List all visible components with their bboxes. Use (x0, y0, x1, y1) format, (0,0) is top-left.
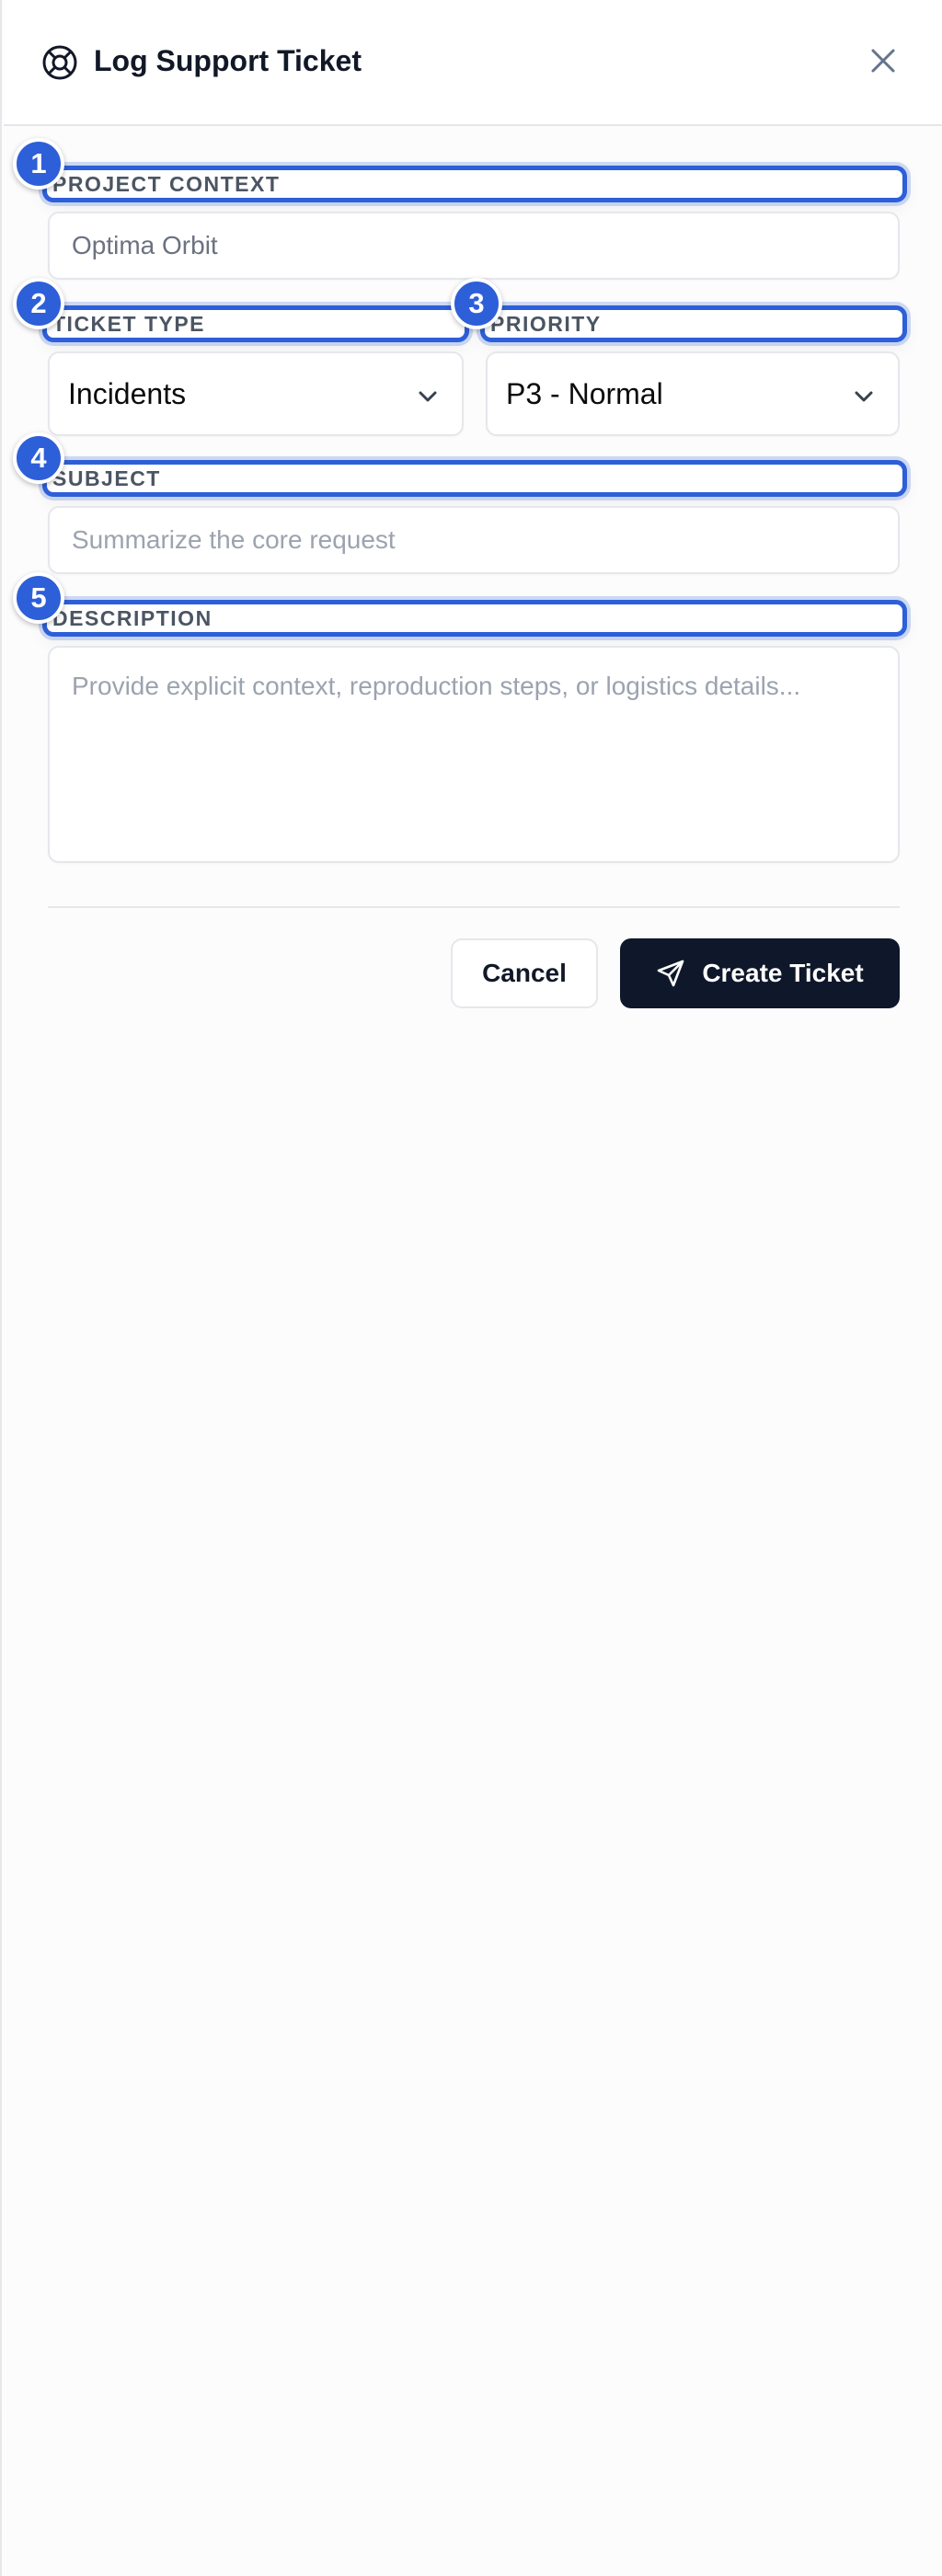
description-textarea[interactable]: Provide explicit context, reproduction s… (48, 646, 900, 863)
ticket-type-label: TICKET TYPE (42, 305, 469, 342)
panel-header: Log Support Ticket (4, 0, 942, 126)
step-badge-1: 1 (13, 138, 64, 190)
cancel-button[interactable]: Cancel (451, 938, 598, 1008)
step-badge-2: 2 (13, 278, 64, 329)
footer-divider (48, 906, 900, 908)
lifebuoy-icon (41, 44, 78, 81)
project-context-field: Optima Orbit (48, 212, 900, 280)
subject-label: SUBJECT (42, 460, 907, 497)
step-badge-3: 3 (451, 278, 502, 329)
step-badge-4: 4 (13, 432, 64, 484)
close-button[interactable] (861, 40, 905, 85)
priority-value: P3 - Normal (506, 376, 663, 410)
send-icon (656, 959, 685, 988)
description-label: DESCRIPTION (42, 600, 907, 637)
ticket-type-value: Incidents (68, 376, 187, 410)
subject-input[interactable]: Summarize the core request (48, 506, 900, 574)
panel-title: Log Support Ticket (94, 44, 362, 77)
step-badge-5: 5 (13, 572, 64, 624)
chevron-down-icon (416, 382, 440, 406)
ticket-type-select[interactable]: Incidents (48, 351, 464, 436)
support-ticket-panel: Log Support Ticket 1 PROJECT CONTEXT Opt… (0, 0, 942, 2576)
create-ticket-label: Create Ticket (702, 959, 864, 987)
create-ticket-button[interactable]: Create Ticket (620, 938, 900, 1008)
close-icon (869, 47, 897, 79)
chevron-down-icon (852, 382, 876, 406)
project-context-label: PROJECT CONTEXT (42, 166, 907, 202)
priority-select[interactable]: P3 - Normal (486, 351, 900, 436)
priority-label: PRIORITY (480, 305, 907, 342)
